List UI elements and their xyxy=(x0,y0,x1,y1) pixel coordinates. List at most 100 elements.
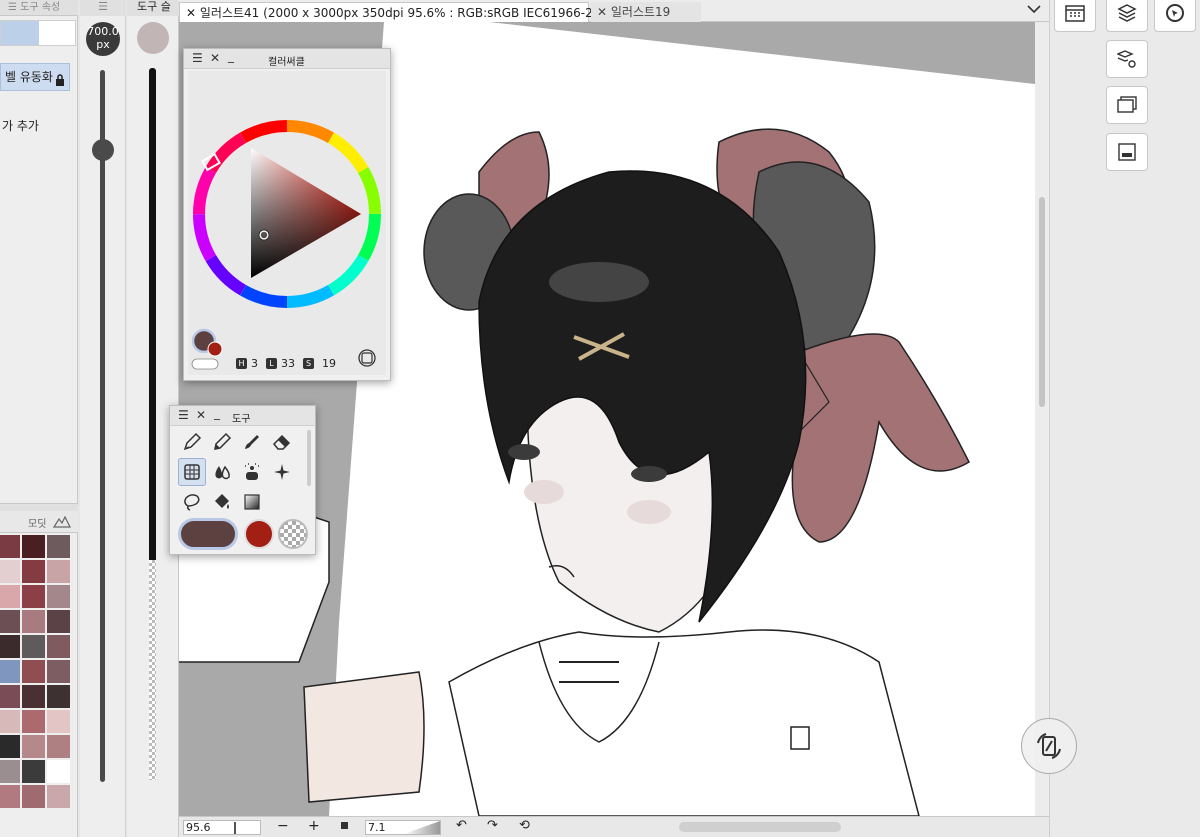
palette-swatch[interactable] xyxy=(47,635,70,658)
window-menu-icon[interactable]: ☰ xyxy=(178,408,189,422)
palette-swatch[interactable] xyxy=(22,610,45,633)
fill-icon[interactable] xyxy=(208,488,236,516)
palette-swatch[interactable] xyxy=(22,535,45,558)
pen-icon[interactable] xyxy=(178,428,206,456)
airbrush-icon[interactable] xyxy=(238,458,266,486)
pencil-icon[interactable] xyxy=(208,428,236,456)
hue-value[interactable]: 3 xyxy=(251,357,258,370)
palette-swatch[interactable] xyxy=(0,610,20,633)
tab-list-dropdown[interactable] xyxy=(1027,2,1041,18)
blend-icon[interactable] xyxy=(208,458,236,486)
palette-swatch[interactable] xyxy=(22,735,45,758)
eraser-icon[interactable] xyxy=(268,428,296,456)
calendar-grid-button[interactable] xyxy=(1054,0,1096,32)
lightness-value[interactable]: 33 xyxy=(281,357,295,370)
palette-swatch[interactable] xyxy=(0,585,20,608)
main-drawing-color[interactable] xyxy=(178,518,238,550)
document-tab-label: 일러스트41 (2000 x 3000px 350dpi 95.6% : RGB… xyxy=(199,6,609,20)
window-minimize-icon[interactable]: _ xyxy=(214,406,220,420)
palette-swatch[interactable] xyxy=(22,685,45,708)
palette-swatch[interactable] xyxy=(22,710,45,733)
palette-swatch[interactable] xyxy=(47,785,70,808)
tab-close-icon[interactable]: ✕ xyxy=(597,5,607,19)
palette-swatch[interactable] xyxy=(0,535,20,558)
palette-swatch[interactable] xyxy=(0,710,20,733)
image-tile-button[interactable] xyxy=(1106,86,1148,124)
saturation-value[interactable]: 19 xyxy=(322,357,336,370)
rotate-right-icon[interactable]: ↷ xyxy=(487,818,498,833)
brush-size-slider-thumb[interactable] xyxy=(92,139,114,161)
palette-swatch[interactable] xyxy=(22,760,45,783)
palette-swatch[interactable] xyxy=(0,560,20,583)
tool-property-tab[interactable]: ☰ 도구 속성 xyxy=(0,0,78,16)
zoom-in-button[interactable]: + xyxy=(308,818,320,834)
panel-menu-icon[interactable]: ☰ xyxy=(98,0,108,13)
palette-swatch[interactable] xyxy=(47,660,70,683)
palette-swatch[interactable] xyxy=(47,610,70,633)
opacity-tab[interactable]: 도구 슬 xyxy=(127,0,179,16)
gradient-icon[interactable] xyxy=(238,488,266,516)
palette-swatch[interactable] xyxy=(47,585,70,608)
zoom-slider-marker[interactable] xyxy=(234,822,236,834)
panel-divider[interactable] xyxy=(0,503,78,511)
reset-rotation-icon[interactable]: ⟲ xyxy=(519,818,530,833)
window-close-icon[interactable]: ✕ xyxy=(210,51,220,65)
palette-swatch[interactable] xyxy=(47,760,70,783)
palette-swatch[interactable] xyxy=(0,735,20,758)
palette-swatch[interactable] xyxy=(47,685,70,708)
palette-tab-label[interactable]: 모딧 xyxy=(28,515,46,530)
tool-window-scrollbar[interactable] xyxy=(307,430,311,486)
tab-close-icon[interactable]: ✕ xyxy=(186,6,196,20)
select-icon[interactable] xyxy=(178,458,206,486)
window-close-icon[interactable]: ✕ xyxy=(196,408,206,422)
color-circle-titlebar[interactable]: ☰ ✕ _ 컬러써클 xyxy=(184,49,390,69)
fit-to-screen-icon[interactable] xyxy=(341,822,348,829)
stabilization-row[interactable]: 벨 유동화 xyxy=(0,63,70,91)
palette-swatch[interactable] xyxy=(0,660,20,683)
panel-menu-icon[interactable]: ☰ xyxy=(8,2,17,13)
zoom-field[interactable]: 95.6 xyxy=(183,820,261,835)
layer-properties-button[interactable] xyxy=(1106,40,1148,78)
rotation-field[interactable]: 7.1 xyxy=(365,820,441,835)
full-layers-button[interactable] xyxy=(1106,133,1148,171)
color-palette-tabs[interactable]: 모딧 xyxy=(0,511,78,533)
palette-swatch[interactable] xyxy=(0,760,20,783)
add-setting-label[interactable]: 가 추가 xyxy=(2,117,39,134)
navigator-button[interactable] xyxy=(1154,0,1196,32)
transparent-color[interactable] xyxy=(278,519,308,549)
palette-swatch[interactable] xyxy=(47,735,70,758)
rotate-left-icon[interactable]: ↶ xyxy=(456,818,467,833)
tool-window-titlebar[interactable]: ☰ ✕ _ 도구 xyxy=(170,406,315,426)
palette-swatch[interactable] xyxy=(22,785,45,808)
brush-icon[interactable] xyxy=(238,428,266,456)
document-tab-inactive[interactable]: ✕ 일러스트19 xyxy=(591,2,701,22)
palette-swatch[interactable] xyxy=(47,710,70,733)
palette-swatch[interactable] xyxy=(22,585,45,608)
lasso-icon[interactable] xyxy=(178,488,206,516)
mountain-icon[interactable] xyxy=(52,513,72,529)
canvas-vertical-scrollbar[interactable] xyxy=(1035,22,1049,816)
sparkle-icon[interactable] xyxy=(268,458,296,486)
window-menu-icon[interactable]: ☰ xyxy=(192,51,203,65)
palette-swatch[interactable] xyxy=(47,535,70,558)
document-tab-active[interactable]: ✕ 일러스트41 (2000 x 3000px 350dpi 95.6% : R… xyxy=(179,2,609,22)
horizontal-scroll-thumb[interactable] xyxy=(679,822,841,832)
vertical-scroll-thumb[interactable] xyxy=(1039,197,1045,407)
brush-setting-slider[interactable] xyxy=(0,20,76,46)
lock-icon[interactable] xyxy=(55,70,65,90)
window-minimize-icon[interactable]: _ xyxy=(228,49,234,63)
palette-swatch[interactable] xyxy=(0,635,20,658)
brush-size-slider[interactable] xyxy=(100,70,105,782)
palette-swatch[interactable] xyxy=(0,685,20,708)
palette-swatch[interactable] xyxy=(47,560,70,583)
palette-swatch[interactable] xyxy=(0,785,20,808)
sync-rotate-button[interactable] xyxy=(1021,718,1077,774)
sub-drawing-color[interactable] xyxy=(244,519,274,549)
layers-button[interactable] xyxy=(1106,0,1148,32)
hue-ring-triangle[interactable] xyxy=(188,71,386,375)
brush-size-tab[interactable]: ☰ xyxy=(80,0,126,16)
palette-swatch[interactable] xyxy=(22,635,45,658)
zoom-out-button[interactable]: − xyxy=(277,818,289,834)
palette-swatch[interactable] xyxy=(22,560,45,583)
palette-swatch[interactable] xyxy=(22,660,45,683)
